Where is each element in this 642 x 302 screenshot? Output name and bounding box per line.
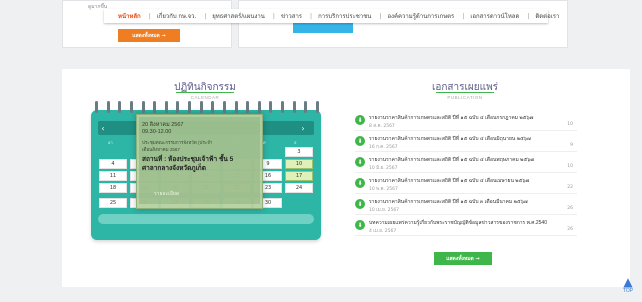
calendar-day-cell[interactable]: 25: [99, 198, 127, 208]
publication-item[interactable]: ⬇ รายงานราคาสินค้าการเกษตรและสถิติ ปีที่ …: [355, 176, 577, 194]
event-details-link[interactable]: รายละเอียด: [154, 190, 179, 198]
publication-view-count: 26: [567, 206, 573, 211]
calendar-ring-icon: [246, 101, 250, 113]
calendar-day-cell[interactable]: 3: [285, 147, 313, 157]
calendar-day-cell[interactable]: 17: [285, 171, 313, 181]
download-icon[interactable]: ⬇: [355, 199, 365, 209]
publication-date: 16 ก.ค. 2567: [369, 145, 398, 150]
download-icon[interactable]: ⬇: [355, 115, 365, 125]
calendar-day-cell[interactable]: 10: [285, 159, 313, 169]
calendar-ring-icon: [95, 101, 98, 113]
publication-date: 10 มิ.ย. 2567: [369, 166, 398, 171]
calendar-prev-icon[interactable]: ‹: [98, 121, 108, 135]
page-root: ดูมากขึ้น หน้าหลัก | เกี่ยวกับ กษ.จว. | …: [0, 0, 642, 302]
calendar-ring-icon: [118, 101, 122, 113]
nav-item-home[interactable]: หน้าหลัก: [118, 11, 141, 21]
download-icon[interactable]: ⬇: [355, 157, 365, 167]
calendar-ring-icon: [153, 101, 157, 113]
nav-item-downloads[interactable]: เอกสารดาวน์โหลด: [470, 11, 519, 21]
calendar-ring-icon: [164, 101, 168, 113]
calendar-day-cell[interactable]: 11: [99, 171, 127, 181]
calendar-day-cell[interactable]: 4: [99, 159, 127, 169]
main-navbar: หน้าหลัก | เกี่ยวกับ กษ.จว. | ยุทธศาสตร์…: [104, 9, 559, 23]
publication-title[interactable]: รายงานราคาสินค้าการเกษตรและสถิติ ปีที่ ๑…: [369, 135, 531, 143]
publications-underline: [436, 92, 494, 93]
nav-item-strategy[interactable]: ยุทธศาสตร์/แผนงาน: [212, 11, 265, 21]
download-icon[interactable]: ⬇: [355, 220, 365, 230]
publication-item[interactable]: ⬇ รายงานราคาสินค้าการเกษตรและสถิติ ปีที่ …: [355, 134, 577, 152]
nav-separator: |: [527, 12, 530, 20]
calendar-ring-icon: [106, 101, 110, 113]
publication-item[interactable]: ⬇ รายงานราคาสินค้าการเกษตรและสถิติ ปีที่ …: [355, 155, 577, 173]
calendar-ring-icon: [222, 101, 226, 113]
calendar-ring-icon: [281, 101, 284, 113]
publication-view-count: 10: [567, 122, 573, 127]
nav-item-contact[interactable]: ติดต่อเรา: [535, 11, 559, 21]
download-icon[interactable]: ⬇: [355, 136, 365, 146]
event-title-line1: ประชุมคณะกรรมการจังหวัด (ประจำ: [142, 140, 213, 145]
publication-title[interactable]: รายงานราคาสินค้าการเกษตรและสถิติ ปีที่ ๑…: [369, 198, 528, 206]
top-more-button[interactable]: แสดงทั้งหมด →: [118, 29, 180, 42]
nav-separator: |: [148, 12, 151, 20]
nav-item-services[interactable]: การบริการประชาชน: [318, 11, 371, 21]
calendar-ring-icon: [141, 101, 145, 113]
calendar-ring-icon: [199, 101, 203, 113]
publication-view-count: 9: [570, 143, 573, 148]
publication-title[interactable]: รายงานราคาสินค้าการเกษตรและสถิติ ปีที่ ๑…: [369, 177, 529, 185]
calendar-rings: [95, 101, 319, 113]
publications-more-button[interactable]: แสดงทั้งหมด →: [434, 252, 492, 265]
publication-item[interactable]: ⬇ รายงานราคาสินค้าการเกษตรและสถิติ ปีที่ …: [355, 113, 577, 131]
nav-item-news[interactable]: ข่าวสาร: [281, 11, 302, 21]
nav-separator: |: [310, 12, 313, 20]
calendar-ring-icon: [234, 101, 238, 113]
calendar-ring-icon: [129, 101, 133, 113]
calendar-day-cell[interactable]: 18: [99, 183, 127, 193]
activities-underline: [176, 92, 234, 93]
nav-separator: |: [462, 12, 465, 20]
nav-separator: |: [272, 12, 275, 20]
calendar-ring-icon: [211, 101, 215, 113]
calendar-next-icon[interactable]: ›: [298, 121, 308, 135]
scroll-top-button[interactable]: ▲ TOP: [618, 276, 638, 298]
nav-item-knowledge[interactable]: องค์ความรู้ด้านการเกษตร: [387, 11, 454, 21]
publications-subtitle: PUBLICATION: [447, 95, 483, 100]
calendar-ring-icon: [188, 101, 191, 113]
event-date: 20 สิงหาคม 2567: [142, 122, 184, 128]
publication-item[interactable]: ⬇ รายงานราคาสินค้าการเกษตรและสถิติ ปีที่ …: [355, 197, 577, 215]
nav-item-about[interactable]: เกี่ยวกับ กษ.จว.: [157, 11, 196, 21]
publication-view-count: 22: [567, 185, 573, 190]
calendar-footer-bar: [98, 214, 314, 224]
publication-date: 4 เม.ย. 2567: [369, 229, 397, 234]
calendar-ring-icon: [292, 101, 296, 113]
calendar-ring-icon: [304, 101, 308, 113]
activities-subtitle: CALENDAR: [190, 95, 220, 100]
download-icon[interactable]: ⬇: [355, 178, 365, 188]
publication-title[interactable]: รายงานราคาสินค้าการเกษตรและสถิติ ปีที่ ๑…: [369, 114, 533, 122]
calendar-ring-icon: [176, 101, 180, 113]
event-location-line2: ศาลากลางจังหวัดภูเก็ต: [142, 165, 206, 172]
nav-separator: |: [379, 12, 382, 20]
publication-item[interactable]: ⬇ บทความเผยแพร่ความรู้เกี่ยวกับพระราชบัญญ…: [355, 218, 577, 236]
publication-date: 8 ส.ค. 2567: [369, 124, 395, 129]
publication-view-count: 26: [567, 227, 573, 232]
publication-date: 10 เม.ย. 2567: [369, 208, 400, 213]
calendar-day-of-week: ส: [294, 140, 297, 145]
event-title-line2: เดือนสิงหาคม 2567: [142, 147, 180, 152]
event-time: 09.30-12.00: [142, 129, 172, 135]
top-card-right: [238, 0, 568, 48]
arrow-up-icon: ▲: [623, 275, 633, 289]
nav-separator: |: [204, 12, 207, 20]
calendar-day-cell[interactable]: 24: [285, 183, 313, 193]
calendar-day-of-week: ศ: [263, 140, 266, 145]
publication-view-count: 10: [567, 164, 573, 169]
scroll-top-label: TOP: [622, 288, 634, 294]
publication-title[interactable]: บทความเผยแพร่ความรู้เกี่ยวกับพระราชบัญญั…: [369, 219, 547, 227]
top-blue-banner[interactable]: [293, 23, 353, 33]
calendar-ring-icon: [269, 101, 273, 113]
publication-title[interactable]: รายงานราคาสินค้าการเกษตรและสถิติ ปีที่ ๑…: [369, 156, 534, 164]
calendar-day-of-week: อา: [108, 140, 113, 145]
calendar-ring-icon: [257, 101, 261, 113]
publication-date: 10 พ.ค. 2567: [369, 187, 398, 192]
calendar-ring-icon: [315, 101, 319, 113]
